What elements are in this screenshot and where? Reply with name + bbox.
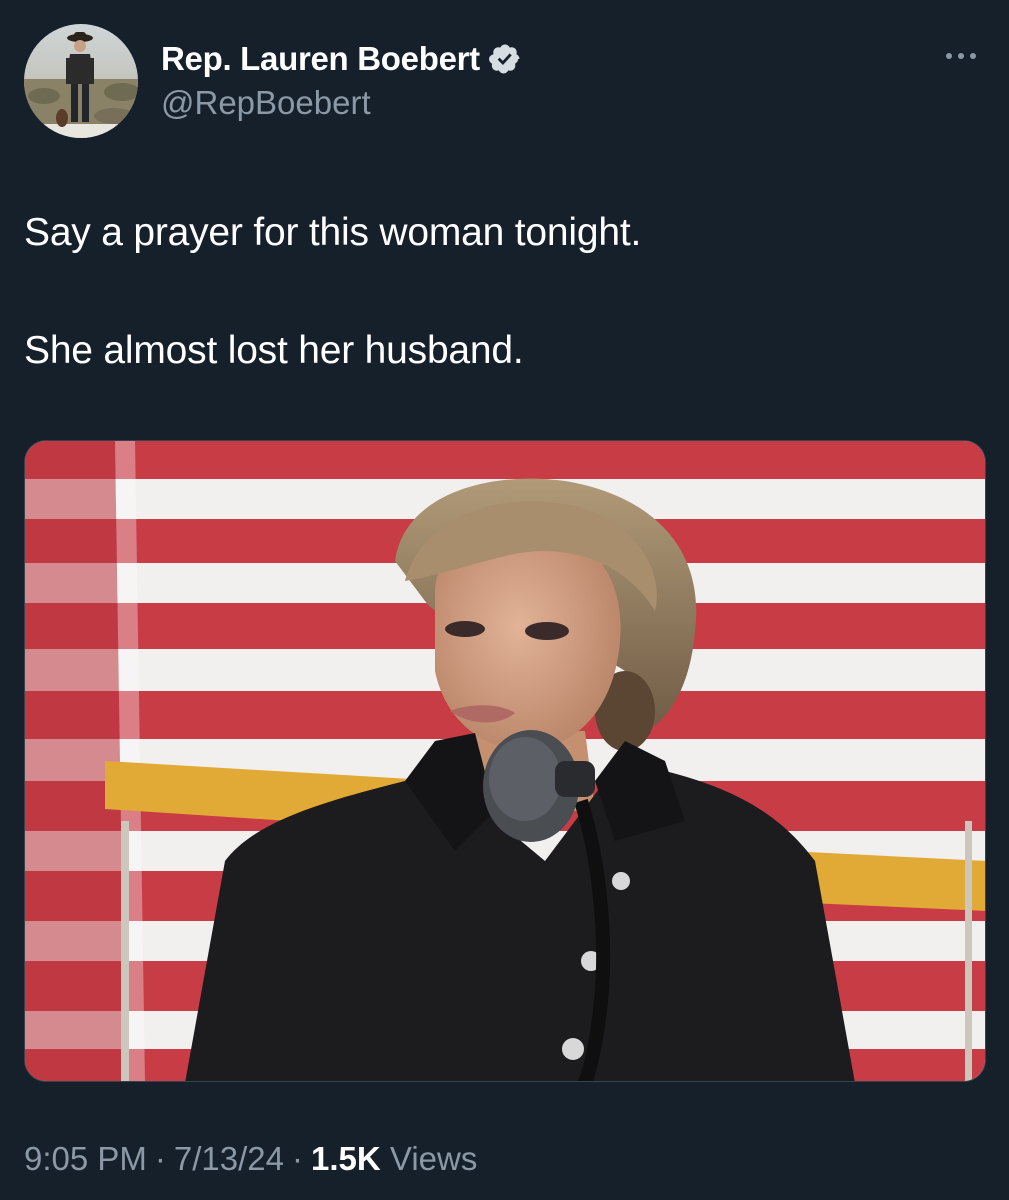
tweet-time[interactable]: 9:05 PM: [24, 1140, 147, 1177]
views-count[interactable]: 1.5K: [311, 1140, 381, 1177]
meta-separator: ·: [292, 1140, 304, 1177]
views-label: Views: [389, 1140, 478, 1177]
tweet-date[interactable]: 7/13/24: [174, 1140, 284, 1177]
tweet-card: Rep. Lauren Boebert @RepBoebert Say a pr…: [0, 0, 1009, 1200]
tweet-text-line-1: Say a prayer for this woman tonight.: [24, 211, 642, 254]
tweet-meta: 9:05 PM · 7/13/24 · 1.5K Views: [24, 1140, 477, 1178]
author-display-name[interactable]: Rep. Lauren Boebert: [161, 40, 480, 78]
author-handle[interactable]: @RepBoebert: [161, 84, 522, 122]
tweet-media-photo[interactable]: [24, 440, 986, 1082]
verified-badge-icon: [488, 42, 522, 76]
avatar[interactable]: [24, 24, 138, 138]
tweet-text-line-2: She almost lost her husband.: [24, 329, 524, 372]
more-options-icon[interactable]: [941, 46, 981, 66]
name-row: Rep. Lauren Boebert: [161, 36, 522, 82]
meta-separator: ·: [154, 1140, 166, 1177]
avatar-image: [24, 24, 138, 138]
photo-image: [25, 441, 985, 1081]
author-info: Rep. Lauren Boebert @RepBoebert: [161, 36, 522, 122]
tweet-text: Say a prayer for this woman tonight. She…: [24, 208, 974, 376]
